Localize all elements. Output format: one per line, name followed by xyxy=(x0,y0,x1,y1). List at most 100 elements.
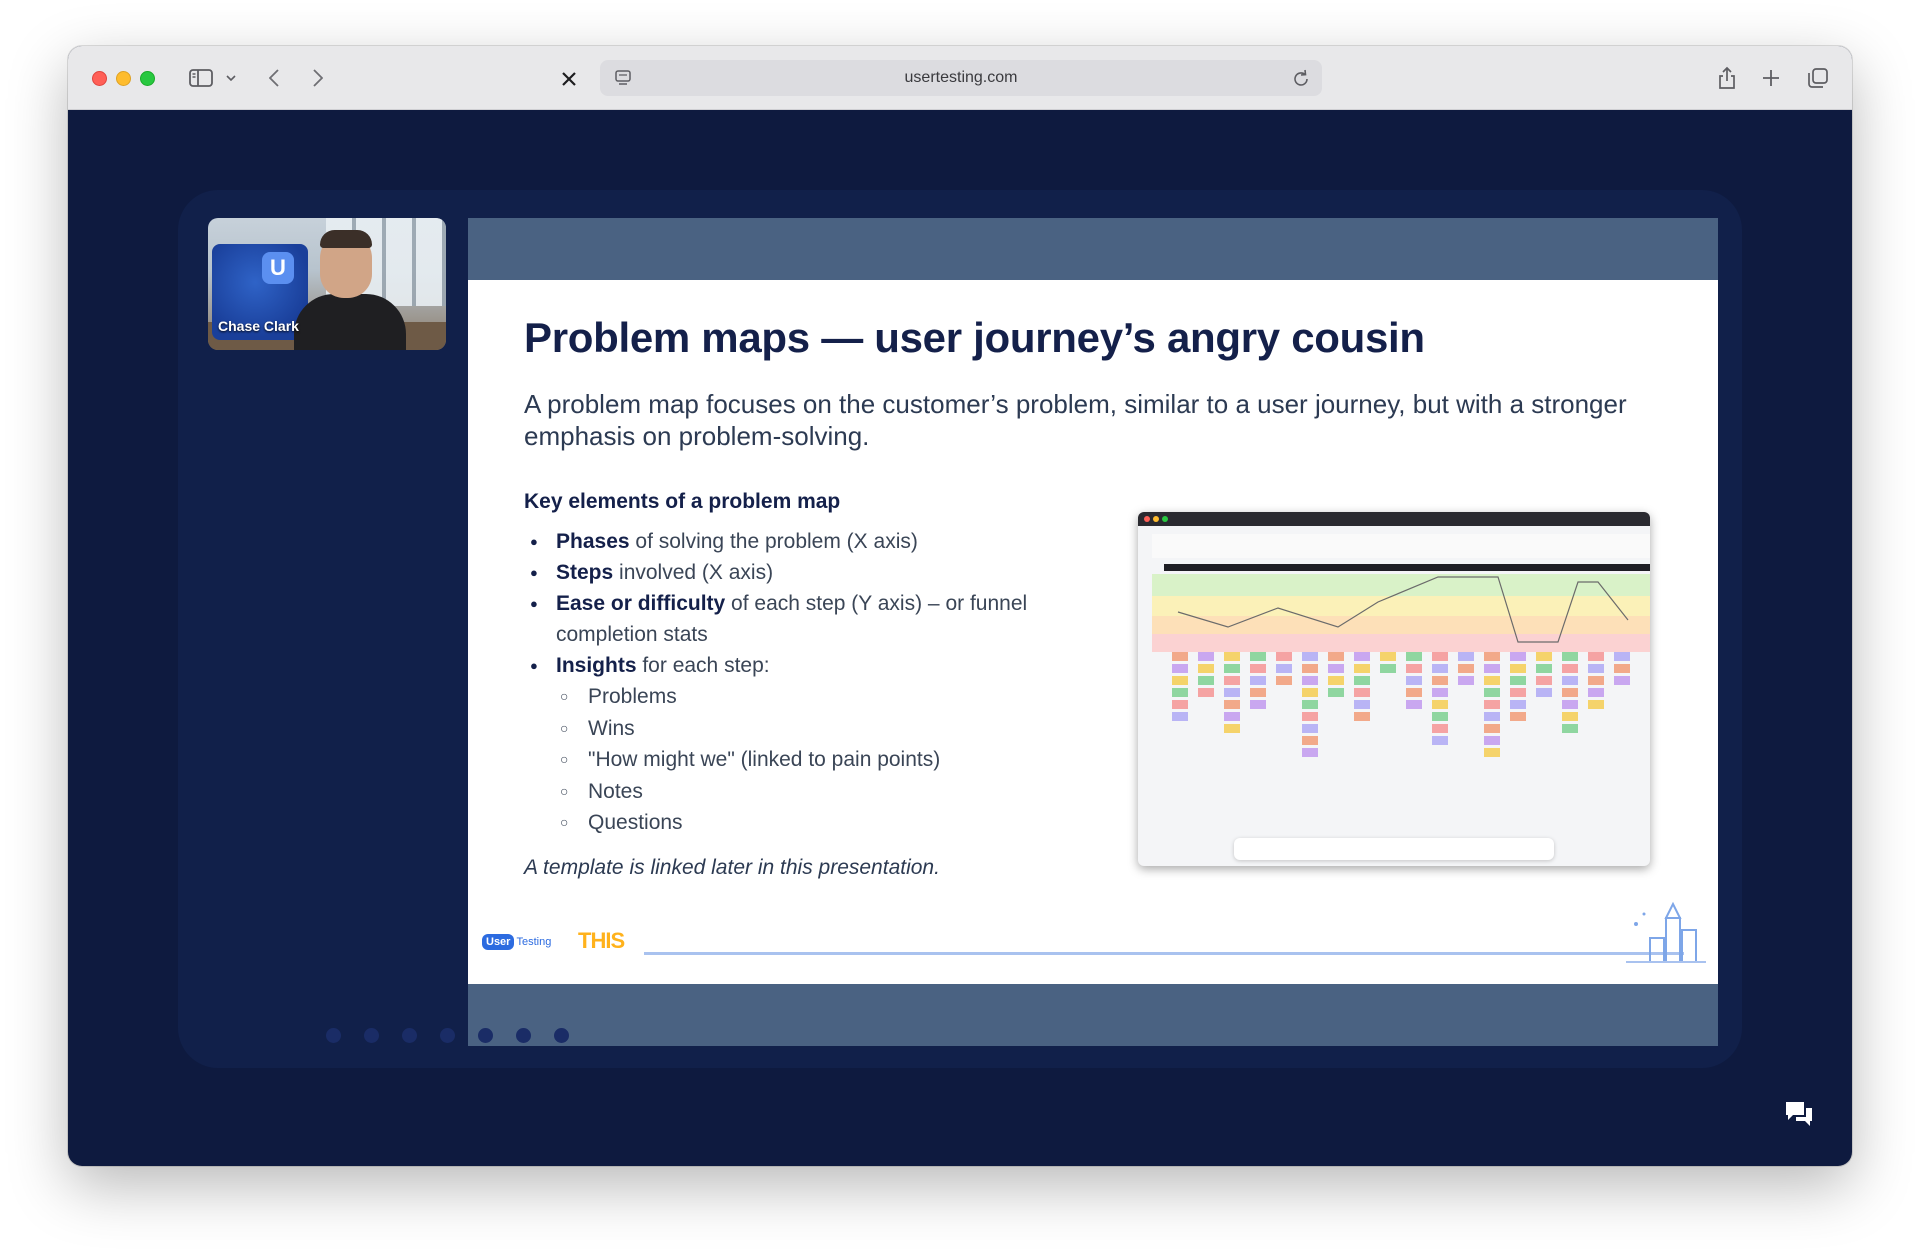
sticky-note xyxy=(1354,664,1370,673)
new-tab-icon[interactable] xyxy=(1760,64,1782,92)
chat-icon[interactable] xyxy=(1784,1100,1814,1128)
sticky-note xyxy=(1588,664,1604,673)
sticky-note xyxy=(1484,712,1500,721)
speaker-hair xyxy=(320,230,372,248)
sticky-note xyxy=(1302,664,1318,673)
sticky-note xyxy=(1588,676,1604,685)
sticky-note xyxy=(1380,664,1396,673)
sticky-note xyxy=(1302,676,1318,685)
sticky-note xyxy=(1354,688,1370,697)
sticky-note xyxy=(1198,652,1214,661)
window-minimize-button[interactable] xyxy=(116,71,131,86)
sticky-note xyxy=(1354,712,1370,721)
sticky-column xyxy=(1432,652,1448,748)
back-icon[interactable] xyxy=(264,64,284,92)
sticky-note xyxy=(1510,712,1526,721)
sticky-note xyxy=(1172,664,1188,673)
sticky-note xyxy=(1432,712,1448,721)
sticky-note xyxy=(1250,664,1266,673)
sticky-note xyxy=(1432,700,1448,709)
sticky-note xyxy=(1250,652,1266,661)
speaker-video[interactable]: U Chase Clark xyxy=(208,218,446,350)
sticky-column xyxy=(1302,652,1318,760)
sticky-note xyxy=(1354,652,1370,661)
list-item: Problems xyxy=(556,681,1044,713)
sticky-note xyxy=(1562,652,1578,661)
list-item: Insights for each step: Problems Wins "H… xyxy=(524,650,1044,839)
sticky-note xyxy=(1354,700,1370,709)
sticky-note xyxy=(1588,652,1604,661)
close-icon[interactable] xyxy=(558,68,580,90)
sticky-note xyxy=(1354,676,1370,685)
sticky-note xyxy=(1224,712,1240,721)
sticky-note xyxy=(1588,700,1604,709)
sticky-note xyxy=(1302,724,1318,733)
city-illustration-icon xyxy=(1626,901,1706,963)
sticky-note xyxy=(1484,724,1500,733)
sticky-note xyxy=(1276,664,1292,673)
sticky-note xyxy=(1458,664,1474,673)
sticky-note xyxy=(1432,664,1448,673)
speaker-body xyxy=(294,294,406,350)
sticky-column xyxy=(1536,652,1552,700)
tab-overview-icon[interactable] xyxy=(1806,64,1830,92)
sticky-note xyxy=(1406,688,1422,697)
sticky-note xyxy=(1484,700,1500,709)
sticky-column xyxy=(1458,652,1474,688)
window-close-button[interactable] xyxy=(92,71,107,86)
sticky-note xyxy=(1458,652,1474,661)
list-item: Wins xyxy=(556,713,1044,745)
forward-icon[interactable] xyxy=(308,64,328,92)
sticky-note xyxy=(1172,712,1188,721)
list-item: "How might we" (linked to pain points) xyxy=(556,744,1044,776)
sticky-note xyxy=(1484,652,1500,661)
sticky-note xyxy=(1562,676,1578,685)
sticky-column xyxy=(1354,652,1370,724)
sticky-note xyxy=(1172,676,1188,685)
list-item: Questions xyxy=(556,807,1044,839)
url-text[interactable]: usertesting.com xyxy=(600,69,1322,87)
reload-icon[interactable] xyxy=(1292,68,1310,93)
sticky-note xyxy=(1198,664,1214,673)
sticky-note xyxy=(1328,652,1344,661)
sticky-note xyxy=(1224,688,1240,697)
sidebar-icon[interactable] xyxy=(188,64,214,92)
sticky-note xyxy=(1536,688,1552,697)
sticky-note xyxy=(1406,700,1422,709)
sticky-note xyxy=(1432,724,1448,733)
key-elements-list: Phases of solving the problem (X axis) S… xyxy=(524,526,1044,839)
list-item: Notes xyxy=(556,776,1044,808)
u-badge-icon: U xyxy=(262,252,294,284)
window-zoom-button[interactable] xyxy=(140,71,155,86)
chevron-down-icon[interactable] xyxy=(224,64,238,92)
sticky-column xyxy=(1198,652,1214,700)
sticky-note xyxy=(1562,664,1578,673)
sticky-column xyxy=(1224,652,1240,736)
sticky-note xyxy=(1302,748,1318,757)
sticky-note xyxy=(1198,676,1214,685)
sticky-column xyxy=(1250,652,1266,712)
sticky-note xyxy=(1406,664,1422,673)
sticky-note xyxy=(1406,652,1422,661)
sticky-column xyxy=(1614,652,1630,688)
sticky-note xyxy=(1432,652,1448,661)
sticky-column xyxy=(1172,652,1188,724)
address-bar[interactable]: usertesting.com xyxy=(600,60,1322,96)
list-item: Ease or difficulty of each step (Y axis)… xyxy=(524,588,1044,650)
share-icon[interactable] xyxy=(1716,64,1738,92)
this-logo: THIS xyxy=(578,928,625,953)
key-elements-heading: Key elements of a problem map xyxy=(524,490,841,513)
slide: Problem maps — user journey’s angry cous… xyxy=(468,280,1718,984)
sticky-note xyxy=(1562,724,1578,733)
sticky-note xyxy=(1406,676,1422,685)
sticky-note xyxy=(1484,748,1500,757)
sticky-note xyxy=(1432,676,1448,685)
sticky-note xyxy=(1562,712,1578,721)
sticky-note xyxy=(1510,652,1526,661)
sticky-note xyxy=(1224,700,1240,709)
sticky-note xyxy=(1614,664,1630,673)
sticky-note xyxy=(1224,664,1240,673)
sticky-column xyxy=(1276,652,1292,688)
sticky-note xyxy=(1172,688,1188,697)
presentation-stage: U Chase Clark Problem maps — user journe… xyxy=(178,190,1742,1068)
